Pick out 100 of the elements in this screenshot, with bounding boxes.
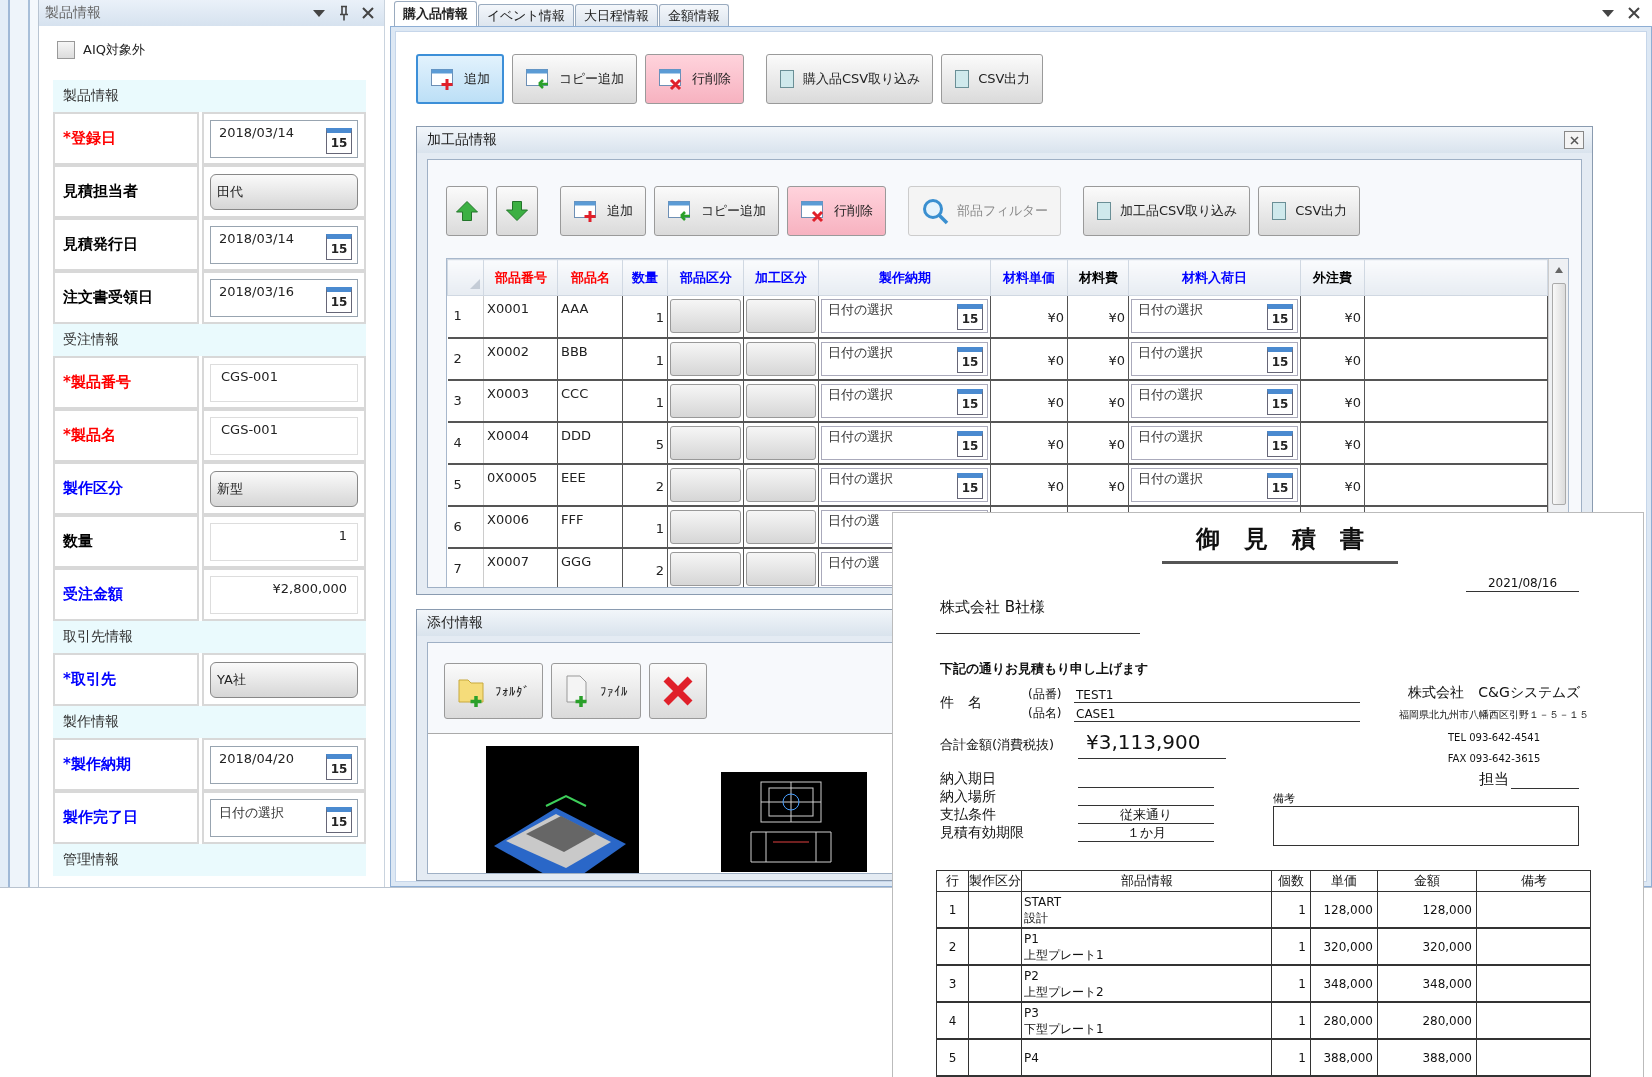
delete-row-button[interactable]: 行削除 — [645, 54, 744, 104]
remove-button[interactable] — [649, 663, 707, 719]
calendar-icon[interactable]: 15 — [1267, 472, 1293, 499]
date-field[interactable]: 日付の選択 15 — [1131, 341, 1298, 376]
table-cell: 2 — [936, 928, 969, 965]
copy-add-button[interactable]: コピー追加 — [512, 54, 637, 104]
delete-row-button[interactable]: 行削除 — [787, 186, 886, 236]
field-label: 製作完了日 — [53, 791, 199, 844]
table-cell: ¥0 — [1300, 421, 1365, 464]
table-cell: X0002 — [483, 337, 558, 380]
date-field[interactable]: 2018/03/14 15 — [210, 119, 358, 158]
text-field[interactable]: CGS-001 — [210, 363, 358, 402]
column-header[interactable]: 部品名 — [557, 259, 623, 296]
calendar-icon[interactable]: 15 — [1267, 430, 1293, 457]
copy-add-button[interactable]: コピー追加 — [654, 186, 779, 236]
import-csv-button[interactable]: 購入品CSV取り込み — [766, 54, 934, 104]
calendar-icon[interactable]: 15 — [326, 127, 352, 154]
column-header[interactable]: 加工区分 — [743, 259, 819, 296]
term-label: 支払条件 — [939, 806, 997, 824]
date-field[interactable]: 日付の選択 15 — [210, 798, 358, 837]
tab[interactable]: 大日程情報 — [575, 4, 658, 26]
date-field[interactable]: 日付の選択 15 — [821, 383, 988, 418]
cell-dropdown-button[interactable] — [670, 509, 741, 544]
date-field[interactable]: 2018/03/16 15 — [210, 278, 358, 317]
field-label: *取引先 — [53, 653, 199, 706]
field-label: 受注金額 — [53, 568, 199, 621]
cell-dropdown-button[interactable] — [670, 383, 741, 418]
cell-dropdown-button[interactable] — [746, 341, 816, 376]
tab[interactable]: 金額情報 — [659, 4, 729, 26]
date-field[interactable]: 日付の選択 15 — [821, 467, 988, 502]
add-folder-button[interactable]: ﾌｫﾙﾀﾞ — [444, 663, 543, 719]
table-cell-text: START — [1024, 893, 1063, 910]
number-field[interactable]: ¥2,800,000 — [210, 575, 358, 614]
number-field[interactable]: 1 — [210, 522, 358, 561]
calendar-icon[interactable]: 15 — [1267, 388, 1293, 415]
column-header[interactable]: 数量 — [622, 259, 668, 296]
dropdown[interactable]: 新型 — [210, 470, 358, 507]
date-field[interactable]: 日付の選択 15 — [821, 299, 988, 334]
cell-dropdown-button[interactable] — [670, 341, 741, 376]
cell-dropdown-button[interactable] — [746, 467, 816, 502]
cell-dropdown-button[interactable] — [746, 509, 816, 544]
calendar-icon[interactable]: 15 — [326, 233, 352, 260]
tab[interactable]: 購入品情報 — [394, 1, 477, 26]
cell-dropdown-button[interactable] — [670, 551, 741, 586]
calendar-icon[interactable]: 15 — [326, 286, 352, 313]
column-header[interactable]: 部品区分 — [667, 259, 744, 296]
calendar-icon[interactable]: 15 — [957, 346, 983, 373]
column-header[interactable]: 外注費 — [1300, 259, 1365, 296]
add-button[interactable]: 追加 — [560, 186, 646, 236]
calendar-icon[interactable]: 15 — [1267, 304, 1293, 331]
scroll-thumb[interactable] — [1551, 283, 1566, 505]
date-field[interactable]: 日付の選択 15 — [821, 425, 988, 460]
date-field[interactable]: 日付の選択 15 — [1131, 383, 1298, 418]
cell-dropdown-button[interactable] — [746, 299, 816, 334]
dropdown[interactable]: YA社 — [210, 661, 358, 698]
add-button[interactable]: 追加 — [416, 54, 504, 104]
calendar-icon[interactable]: 15 — [326, 753, 352, 780]
column-header: 行 — [936, 870, 969, 892]
calendar-icon[interactable]: 15 — [957, 430, 983, 457]
cell-dropdown-button[interactable] — [670, 467, 741, 502]
cell-dropdown-button[interactable] — [746, 551, 816, 586]
date-field[interactable]: 日付の選択 15 — [821, 341, 988, 376]
close-icon — [362, 7, 374, 19]
column-header[interactable]: 部品番号 — [483, 259, 558, 296]
checkbox[interactable] — [57, 41, 75, 59]
add-file-button[interactable]: ﾌｧｲﾙ — [551, 663, 641, 719]
table-cell: DDD — [557, 421, 623, 464]
date-field[interactable]: 日付の選択 15 — [1131, 425, 1298, 460]
calendar-icon[interactable]: 15 — [326, 806, 352, 833]
column-header[interactable]: 材料単価 — [990, 259, 1068, 296]
column-header[interactable]: 製作納期 — [818, 259, 991, 296]
field-label: *製品名 — [53, 409, 199, 462]
cell-dropdown-button[interactable] — [670, 299, 741, 334]
dropdown[interactable]: 田代 — [210, 173, 358, 210]
up-arrow-icon — [455, 200, 479, 222]
cell-dropdown-button[interactable] — [746, 383, 816, 418]
import-csv-button[interactable]: 加工品CSV取り込み — [1083, 186, 1251, 236]
close-button[interactable] — [1564, 131, 1584, 149]
column-header[interactable]: 材料費 — [1067, 259, 1129, 296]
cell-dropdown-button[interactable] — [746, 425, 816, 460]
export-csv-button[interactable]: CSV出力 — [1258, 186, 1361, 236]
tab[interactable]: イベント情報 — [478, 4, 574, 26]
date-field[interactable]: 2018/04/20 15 — [210, 745, 358, 784]
date-field[interactable]: 2018/03/14 15 — [210, 225, 358, 264]
calendar-icon[interactable]: 15 — [957, 388, 983, 415]
calendar-icon[interactable]: 15 — [957, 304, 983, 331]
calendar-icon[interactable]: 15 — [957, 472, 983, 499]
cell-dropdown-button[interactable] — [670, 425, 741, 460]
term-value: １か月 — [1078, 824, 1214, 842]
table-cell: ¥0 — [1067, 379, 1129, 422]
dropdown-icon — [312, 8, 326, 18]
export-csv-button[interactable]: CSV出力 — [941, 54, 1044, 104]
text-field[interactable]: CGS-001 — [210, 416, 358, 455]
date-field[interactable]: 日付の選択 15 — [1131, 299, 1298, 334]
move-up-button[interactable] — [446, 186, 488, 236]
column-header[interactable]: 材料入荷日 — [1128, 259, 1301, 296]
calendar-icon[interactable]: 15 — [1267, 346, 1293, 373]
date-field[interactable]: 日付の選択 15 — [1131, 467, 1298, 502]
move-down-button[interactable] — [496, 186, 538, 236]
table-cell-text: P1 — [1024, 930, 1040, 947]
